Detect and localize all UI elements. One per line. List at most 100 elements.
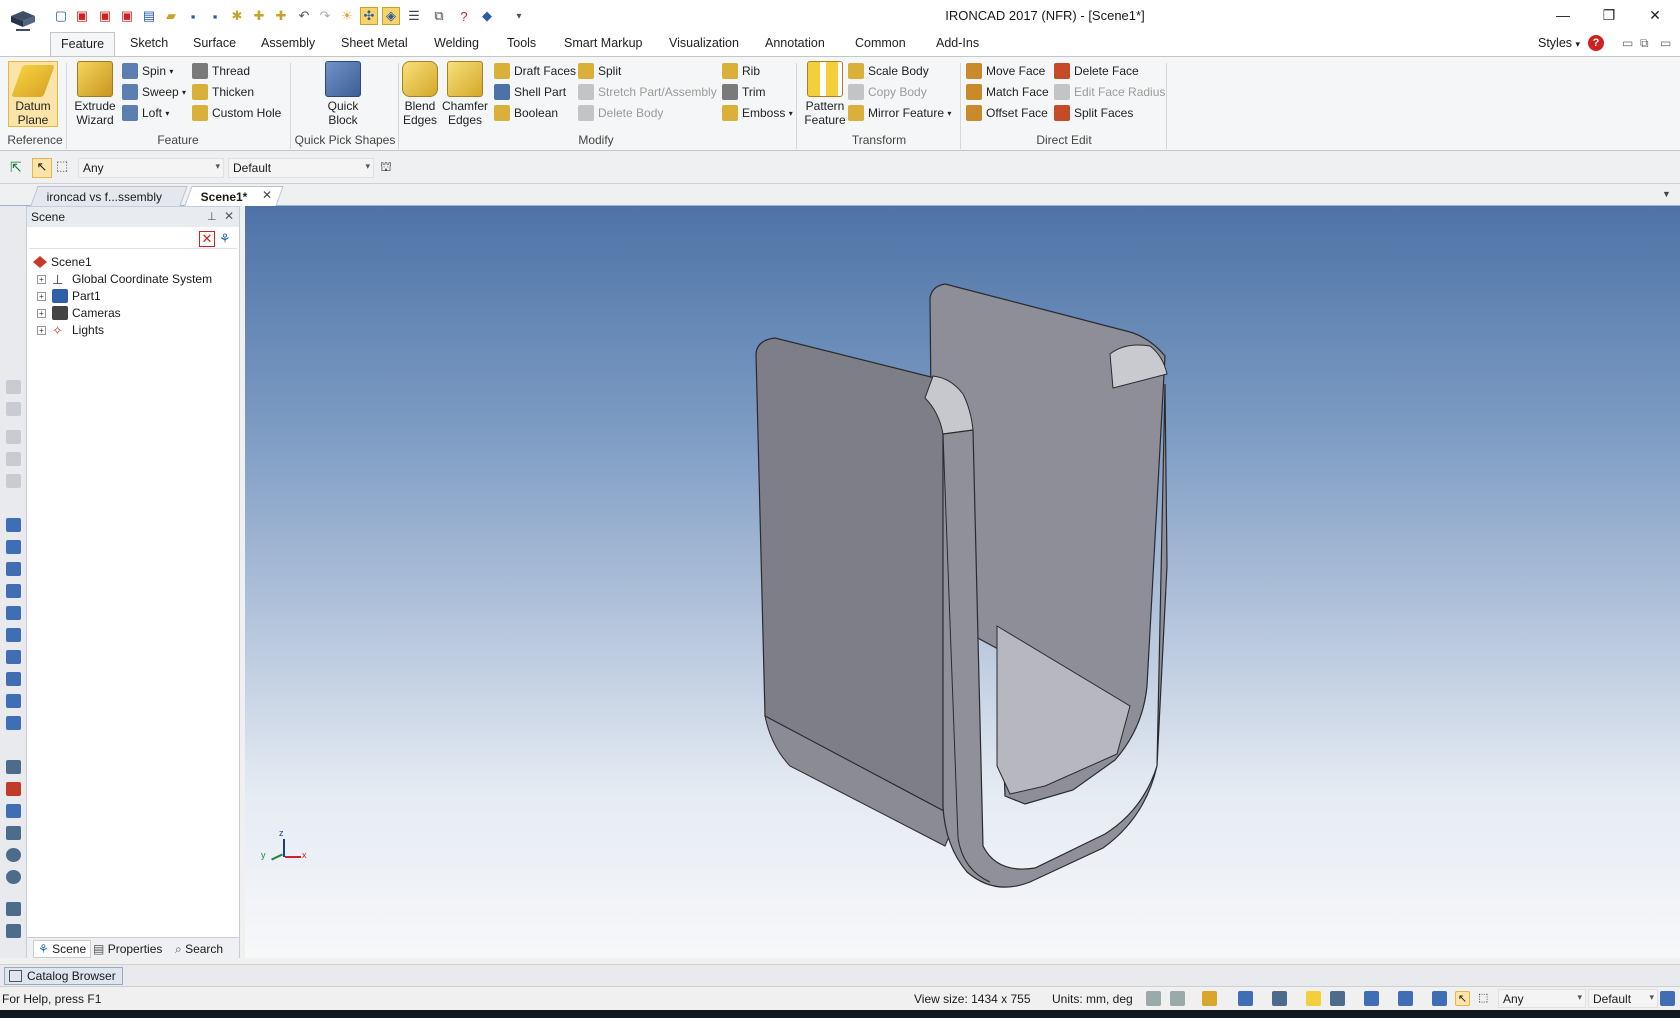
close-icon[interactable]: ✕ <box>224 209 234 223</box>
shape-box-icon[interactable] <box>6 540 21 554</box>
select-filter-icon[interactable]: ⬚ <box>1478 991 1493 1006</box>
select-filter-icon[interactable]: ⬚ <box>56 158 74 176</box>
tab-list-dropdown-icon[interactable]: ▼ <box>1662 189 1671 199</box>
quick-block-button[interactable]: Quick Block <box>318 61 368 127</box>
insert-assembly-icon[interactable]: ✚ <box>272 7 290 25</box>
selection-filter-select[interactable]: Any ▾ <box>78 158 224 178</box>
tab-feature[interactable]: Feature <box>50 32 116 57</box>
sweep-button[interactable]: Sweep ▾ <box>122 82 186 102</box>
mirror-feature-button[interactable]: Mirror Feature ▾ <box>848 103 951 123</box>
panel-tab-properties[interactable]: ▤ Properties <box>93 942 162 956</box>
catalog-browser-button[interactable]: Catalog Browser <box>4 967 123 985</box>
tab-sheet-metal[interactable]: Sheet Metal <box>339 36 410 50</box>
help-circle-icon[interactable]: ? <box>1588 35 1604 51</box>
rotate-icon[interactable] <box>6 848 21 862</box>
styles-menu[interactable]: Styles ▾ <box>1538 36 1580 50</box>
pattern-feature-button[interactable]: Pattern Feature <box>800 61 850 127</box>
new-assembly-icon[interactable]: ▣ <box>118 7 136 25</box>
offset-face-button[interactable]: Offset Face <box>966 103 1048 123</box>
trim-button[interactable]: Trim <box>722 82 766 102</box>
tab-smart-markup[interactable]: Smart Markup <box>562 36 645 50</box>
shape-cylinder-icon[interactable] <box>6 716 21 730</box>
tab-surface[interactable]: Surface <box>191 36 238 50</box>
pointer-icon[interactable]: ↖ <box>1455 991 1470 1006</box>
status-style-select[interactable]: Default ▾ <box>1588 989 1658 1008</box>
scale-body-button[interactable]: Scale Body <box>848 61 929 81</box>
panel-tab-search[interactable]: ⌕ Search <box>175 942 223 957</box>
tab-add-ins[interactable]: Add-Ins <box>934 36 981 50</box>
edit-face-radius-button[interactable]: Edit Face Radius <box>1054 82 1165 102</box>
save-as-icon[interactable]: ▪ <box>206 7 224 25</box>
filter-options-icon[interactable]: ⚘ <box>219 231 231 247</box>
selection-mode-icon[interactable]: ⇱ <box>10 159 28 177</box>
shape-box-icon[interactable] <box>6 518 21 532</box>
view-icon[interactable] <box>6 380 21 394</box>
thicken-button[interactable]: Thicken <box>192 82 254 102</box>
rib-button[interactable]: Rib <box>722 61 760 81</box>
export-icon[interactable]: ✱ <box>228 7 246 25</box>
spin-button[interactable]: Spin ▾ <box>122 61 173 81</box>
shape-box-icon[interactable] <box>6 606 21 620</box>
angle-icon[interactable] <box>6 826 21 840</box>
panel-tab-scene[interactable]: ⚘ Scene <box>33 940 92 958</box>
draft-faces-button[interactable]: Draft Faces <box>494 61 576 81</box>
tree-item-cameras[interactable]: + Cameras <box>37 306 121 320</box>
custom-hole-button[interactable]: Custom Hole <box>192 103 281 123</box>
datum-plane-button[interactable]: Datum Plane <box>8 61 58 127</box>
shape-cylinder-icon[interactable] <box>6 650 21 664</box>
zoom-icon[interactable] <box>1146 991 1161 1006</box>
display-style-icon[interactable] <box>1364 991 1379 1006</box>
pin-icon[interactable]: ⊥ <box>207 210 217 223</box>
restore-icon[interactable]: ❐ <box>1586 0 1632 30</box>
doc-tab-ironcad-vs-assembly[interactable]: ironcad vs f...ssembly <box>30 186 188 206</box>
ribbon-close-icon[interactable]: ▭ <box>1660 36 1671 50</box>
tab-sketch[interactable]: Sketch <box>128 36 170 50</box>
redo-icon[interactable]: ↷ <box>316 7 334 25</box>
stretch-part-assembly-button[interactable]: Stretch Part/Assembly <box>578 82 717 102</box>
boolean-button[interactable]: Boolean <box>494 103 558 123</box>
spin-view-icon[interactable] <box>6 870 21 884</box>
tab-common[interactable]: Common <box>853 36 908 50</box>
expand-icon[interactable]: + <box>37 291 46 301</box>
close-icon[interactable]: ✕ <box>1632 0 1678 30</box>
tab-tools[interactable]: Tools <box>505 36 538 50</box>
tab-welding[interactable]: Welding <box>432 36 481 50</box>
zoom-box-icon[interactable] <box>1170 991 1185 1006</box>
delete-face-button[interactable]: Delete Face <box>1054 61 1139 81</box>
tree-item-lights[interactable]: + ✧ Lights <box>37 323 104 338</box>
loft-button[interactable]: Loft ▾ <box>122 103 169 123</box>
grid-icon[interactable] <box>6 924 21 938</box>
triball-icon[interactable]: ✣ <box>360 7 378 25</box>
pan-icon[interactable] <box>1202 991 1217 1006</box>
expand-icon[interactable]: + <box>37 308 46 318</box>
inspect-icon[interactable] <box>6 804 21 818</box>
ribbon-restore-icon[interactable]: ⧉ <box>1640 36 1649 51</box>
new-file-icon[interactable]: ▢ <box>52 7 70 25</box>
close-icon[interactable]: ✕ <box>262 188 272 202</box>
hierarchy-icon[interactable]: ⛫ <box>380 159 396 175</box>
3d-viewport[interactable]: z x y <box>245 206 1680 958</box>
light-bulb-icon[interactable]: ☀ <box>338 7 356 25</box>
tree-item-part1[interactable]: + Part1 <box>37 289 101 303</box>
view-icon[interactable] <box>6 452 21 466</box>
save-icon[interactable]: ▪ <box>184 7 202 25</box>
tab-annotation[interactable]: Annotation <box>763 36 827 50</box>
view-icon[interactable] <box>6 402 21 416</box>
shading-icon[interactable] <box>1330 991 1345 1006</box>
tab-assembly[interactable]: Assembly <box>259 36 317 50</box>
tab-visualization[interactable]: Visualization <box>667 36 741 50</box>
new-part-icon[interactable]: ▣ <box>96 7 114 25</box>
new-scene-icon[interactable]: ▣ <box>73 7 91 25</box>
customize-qat-icon[interactable]: ▾ <box>510 7 528 25</box>
match-face-button[interactable]: Match Face <box>966 82 1049 102</box>
shape-box-icon[interactable] <box>6 584 21 598</box>
scene-search-bar[interactable]: ✕ ⚘ <box>29 229 237 249</box>
sketch-icon[interactable] <box>6 902 21 916</box>
emboss-button[interactable]: Emboss ▾ <box>722 103 793 123</box>
insert-part-icon[interactable]: ✚ <box>250 7 268 25</box>
shape-box-icon[interactable] <box>6 628 21 642</box>
render-mode-icon[interactable] <box>1306 991 1321 1006</box>
clear-filter-icon[interactable]: ✕ <box>199 231 215 247</box>
split-faces-button[interactable]: Split Faces <box>1054 103 1133 123</box>
help-icon[interactable]: ? <box>455 7 473 25</box>
